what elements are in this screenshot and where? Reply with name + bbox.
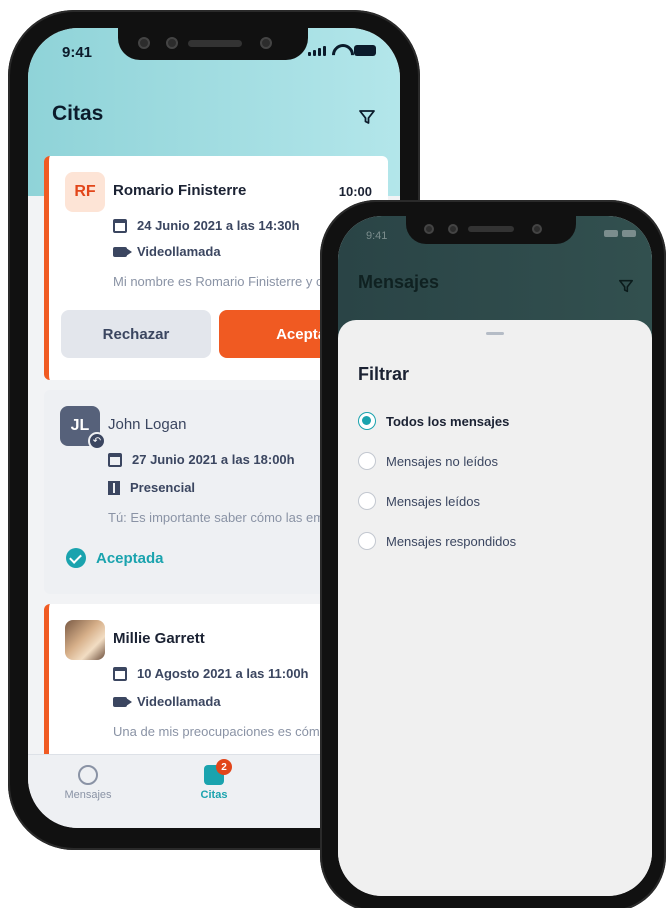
patient-name: John Logan [108, 416, 187, 433]
calendar-icon: 2 [204, 759, 232, 785]
notification-badge: 2 [216, 759, 232, 775]
radio[interactable] [358, 532, 376, 550]
status-icons [604, 230, 636, 237]
page-title: Mensajes [358, 272, 440, 292]
appointment-mode: Videollamada [137, 244, 221, 259]
avatar-photo [65, 620, 105, 660]
page-title: Citas [52, 102, 104, 125]
mode-row: Presencial [108, 480, 195, 495]
radio[interactable] [358, 452, 376, 470]
date-row: 10 Agosto 2021 a las 11:00h [113, 666, 309, 681]
message-snippet: Una de mis preocupaciones es cómo [113, 724, 327, 739]
mockup-stage: 9:41 Citas RF Romario Finisterre 10:00 2… [0, 0, 666, 908]
date-row: 27 Junio 2021 a las 18:00h [108, 452, 295, 467]
reject-button[interactable]: Rechazar [61, 310, 211, 358]
wifi-icon [332, 44, 348, 56]
phone-notch [406, 216, 576, 244]
tab-mensajes[interactable]: Mensajes [48, 765, 128, 801]
calendar-icon [113, 218, 127, 233]
sheet-title: Filtrar [358, 364, 410, 384]
battery-icon [622, 230, 636, 237]
option-label: Mensajes leídos [386, 493, 480, 509]
sensor-icon [448, 224, 458, 234]
calendar-icon [113, 666, 127, 681]
camera-icon [532, 224, 542, 234]
appointment-mode: Presencial [130, 480, 196, 495]
date-row: 24 Junio 2021 a las 14:30h [113, 218, 300, 233]
status-time: 9:41 [62, 44, 93, 61]
speaker-grille [188, 40, 242, 47]
appointment-date: 27 Junio 2021 a las 18:00h [132, 452, 295, 467]
tab-label: Citas [200, 789, 228, 801]
building-icon [108, 480, 120, 495]
phone-notch [118, 28, 308, 60]
patient-name: Millie Garrett [113, 630, 205, 647]
mensajes-screen: 9:41 Mensajes Filtrar Todos los mensajes [338, 216, 652, 896]
speaker-grille [468, 226, 514, 232]
camera-icon [138, 37, 150, 49]
radio[interactable] [358, 492, 376, 510]
filter-sheet: Filtrar Todos los mensajes Mensajes no l… [338, 320, 652, 896]
tab-label: Mensajes [64, 789, 112, 801]
appointment-date: 24 Junio 2021 a las 14:30h [137, 218, 300, 233]
sheet-handle[interactable] [486, 332, 504, 335]
check-circle-icon [66, 548, 86, 568]
video-camera-icon [113, 246, 132, 257]
mode-row: Videollamada [113, 694, 221, 709]
filter-icon[interactable] [358, 108, 376, 126]
signal-icon [308, 46, 326, 56]
filter-option-respondidos[interactable]: Mensajes respondidos [358, 532, 516, 550]
status-accepted: Aceptada [66, 548, 164, 568]
appointment-time: 10:00 [338, 184, 372, 199]
phone-mensajes: 9:41 Mensajes Filtrar Todos los mensajes [320, 200, 666, 908]
appointment-date: 10 Agosto 2021 a las 11:00h [137, 666, 309, 681]
option-label: Mensajes respondidos [386, 533, 517, 549]
signal-icon [604, 230, 618, 237]
filter-option-leidos[interactable]: Mensajes leídos [358, 492, 480, 510]
battery-icon [354, 45, 376, 56]
mode-row: Videollamada [113, 244, 221, 259]
tab-citas[interactable]: 2 Citas [174, 759, 254, 801]
avatar: RF [65, 172, 105, 212]
chat-bubble-icon [78, 765, 98, 785]
appointment-mode: Videollamada [137, 694, 221, 709]
option-label: Todos los mensajes [386, 413, 510, 429]
video-camera-icon [113, 696, 132, 707]
message-snippet: Mi nombre es Romario Finisterre y c [113, 274, 323, 289]
filter-option-todos[interactable]: Todos los mensajes [358, 412, 509, 430]
filter-icon[interactable] [618, 278, 634, 294]
calendar-icon [108, 452, 122, 467]
camera-icon [424, 224, 434, 234]
patient-name: Romario Finisterre [113, 182, 247, 199]
camera-icon [260, 37, 272, 49]
status-icons [308, 44, 376, 56]
filter-option-no-leidos[interactable]: Mensajes no leídos [358, 452, 498, 470]
reply-icon: ↶ [88, 432, 106, 450]
status-label: Aceptada [96, 549, 164, 567]
radio-selected[interactable] [358, 412, 376, 430]
option-label: Mensajes no leídos [386, 453, 499, 469]
status-time: 9:41 [366, 230, 388, 242]
sensor-icon [166, 37, 178, 49]
message-snippet: Tú: Es importante saber cómo las em [108, 510, 325, 525]
